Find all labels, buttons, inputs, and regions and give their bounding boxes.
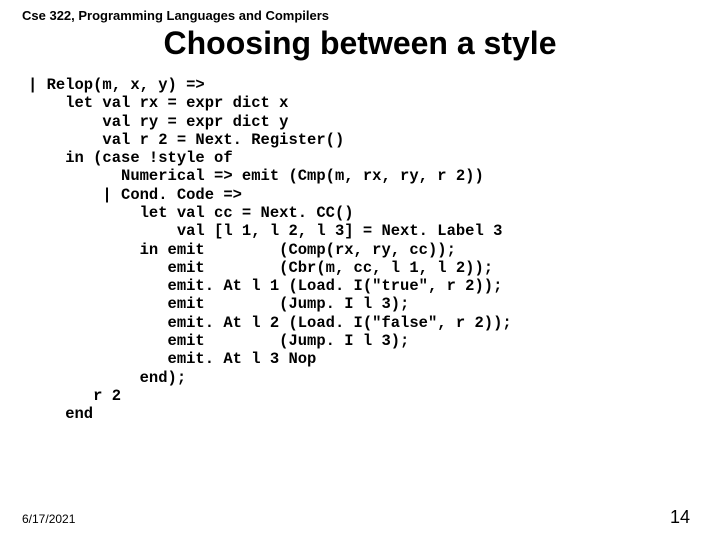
footer-page-number: 14 — [670, 507, 690, 528]
slide: Cse 322, Programming Languages and Compi… — [0, 0, 720, 540]
course-label: Cse 322, Programming Languages and Compi… — [22, 8, 698, 23]
footer-date: 6/17/2021 — [22, 512, 75, 526]
slide-title: Choosing between a style — [22, 25, 698, 62]
code-block: | Relop(m, x, y) => let val rx = expr di… — [28, 76, 698, 423]
